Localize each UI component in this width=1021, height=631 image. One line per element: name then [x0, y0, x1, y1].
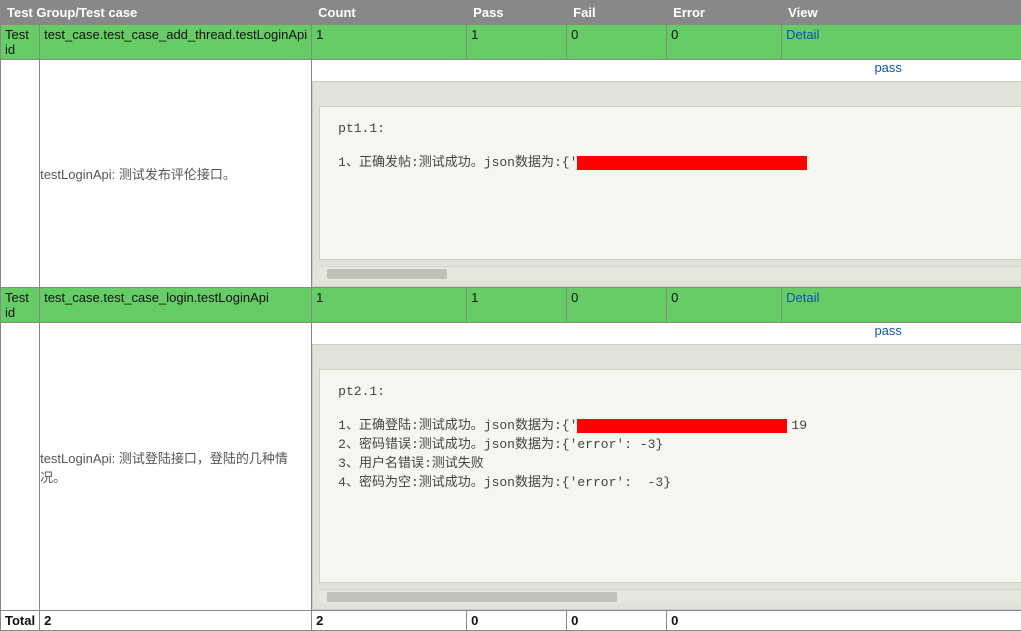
- total-row: Total22000: [1, 611, 1021, 631]
- terminal-output[interactable]: pt2.1: 1、正确登陆:测试成功。json数据为:{'19 2、密码错误:测…: [319, 369, 1021, 583]
- test-name: test_case.test_case_add_thread.testLogin…: [40, 25, 312, 60]
- detail-output-cell: pass[x]pt1.1: 1、正确发帖:测试成功。json数据为:{' ▸: [312, 60, 1021, 288]
- scrollbar-thumb[interactable]: [327, 592, 617, 602]
- total-pass: 2: [312, 611, 467, 631]
- terminal-container: [x]pt2.1: 1、正确登陆:测试成功。json数据为:{'19 2、密码错…: [312, 344, 1021, 610]
- header-group: Test Group/Test case: [1, 1, 312, 25]
- total-error: 0: [667, 611, 1021, 631]
- total-label: Total: [1, 611, 40, 631]
- terminal-output[interactable]: pt1.1: 1、正确发帖:测试成功。json数据为:{': [319, 106, 1021, 260]
- test-description: testLoginApi: 测试登陆接口，登陆的几种情况。: [40, 323, 312, 611]
- terminal-content: pt1.1: 1、正确发帖:测试成功。json数据为:{': [338, 121, 1021, 251]
- terminal-container: [x]pt1.1: 1、正确发帖:测试成功。json数据为:{' ▸: [312, 81, 1021, 287]
- redacted-block: [577, 156, 807, 170]
- detail-output-cell: pass[x]pt2.1: 1、正确登陆:测试成功。json数据为:{'19 2…: [312, 323, 1021, 611]
- count-cell: 1: [312, 25, 467, 60]
- detail-row: testLoginApi: 测试发布评伦接口。pass[x]pt1.1: 1、正…: [1, 60, 1021, 288]
- pass-status-label: pass: [312, 323, 1021, 344]
- header-error: Error: [667, 1, 782, 25]
- header-fail: Fail: [567, 1, 667, 25]
- empty-left-cell: [1, 323, 40, 611]
- test-report-table: Test Group/Test case Count Pass Fail Err…: [0, 0, 1021, 631]
- scrollbar-thumb[interactable]: [327, 269, 447, 279]
- test-group-row: Test idtest_case.test_case_add_thread.te…: [1, 25, 1021, 60]
- terminal-content: pt2.1: 1、正确登陆:测试成功。json数据为:{'19 2、密码错误:测…: [338, 384, 1021, 574]
- total-count: 2: [40, 611, 312, 631]
- header-row: Test Group/Test case Count Pass Fail Err…: [1, 1, 1021, 25]
- redacted-block: [577, 419, 787, 433]
- total-fail-1: 0: [467, 611, 567, 631]
- detail-row: testLoginApi: 测试登陆接口，登陆的几种情况。pass[x]pt2.…: [1, 323, 1021, 611]
- testid-label: Test id: [1, 288, 40, 323]
- redact-suffix: 19: [791, 418, 807, 433]
- test-description: testLoginApi: 测试发布评伦接口。: [40, 60, 312, 288]
- scrollbar-track[interactable]: ▸: [319, 266, 1021, 280]
- pass-cell: 1: [467, 288, 567, 323]
- fail-cell: 0: [567, 25, 667, 60]
- count-cell: 1: [312, 288, 467, 323]
- view-cell: Detail: [782, 288, 1021, 323]
- pass-cell: 1: [467, 25, 567, 60]
- detail-link[interactable]: Detail: [786, 290, 819, 305]
- pass-status-label: pass: [312, 60, 1021, 81]
- total-fail-2: 0: [567, 611, 667, 631]
- header-count: Count: [312, 1, 467, 25]
- error-cell: 0: [667, 288, 782, 323]
- test-group-row: Test idtest_case.test_case_login.testLog…: [1, 288, 1021, 323]
- testid-label: Test id: [1, 25, 40, 60]
- header-pass: Pass: [467, 1, 567, 25]
- detail-link[interactable]: Detail: [786, 27, 819, 42]
- test-name: test_case.test_case_login.testLoginApi: [40, 288, 312, 323]
- scrollbar-track[interactable]: ▸: [319, 589, 1021, 603]
- error-cell: 0: [667, 25, 782, 60]
- header-view: View: [782, 1, 1021, 25]
- fail-cell: 0: [567, 288, 667, 323]
- view-cell: Detail: [782, 25, 1021, 60]
- empty-left-cell: [1, 60, 40, 288]
